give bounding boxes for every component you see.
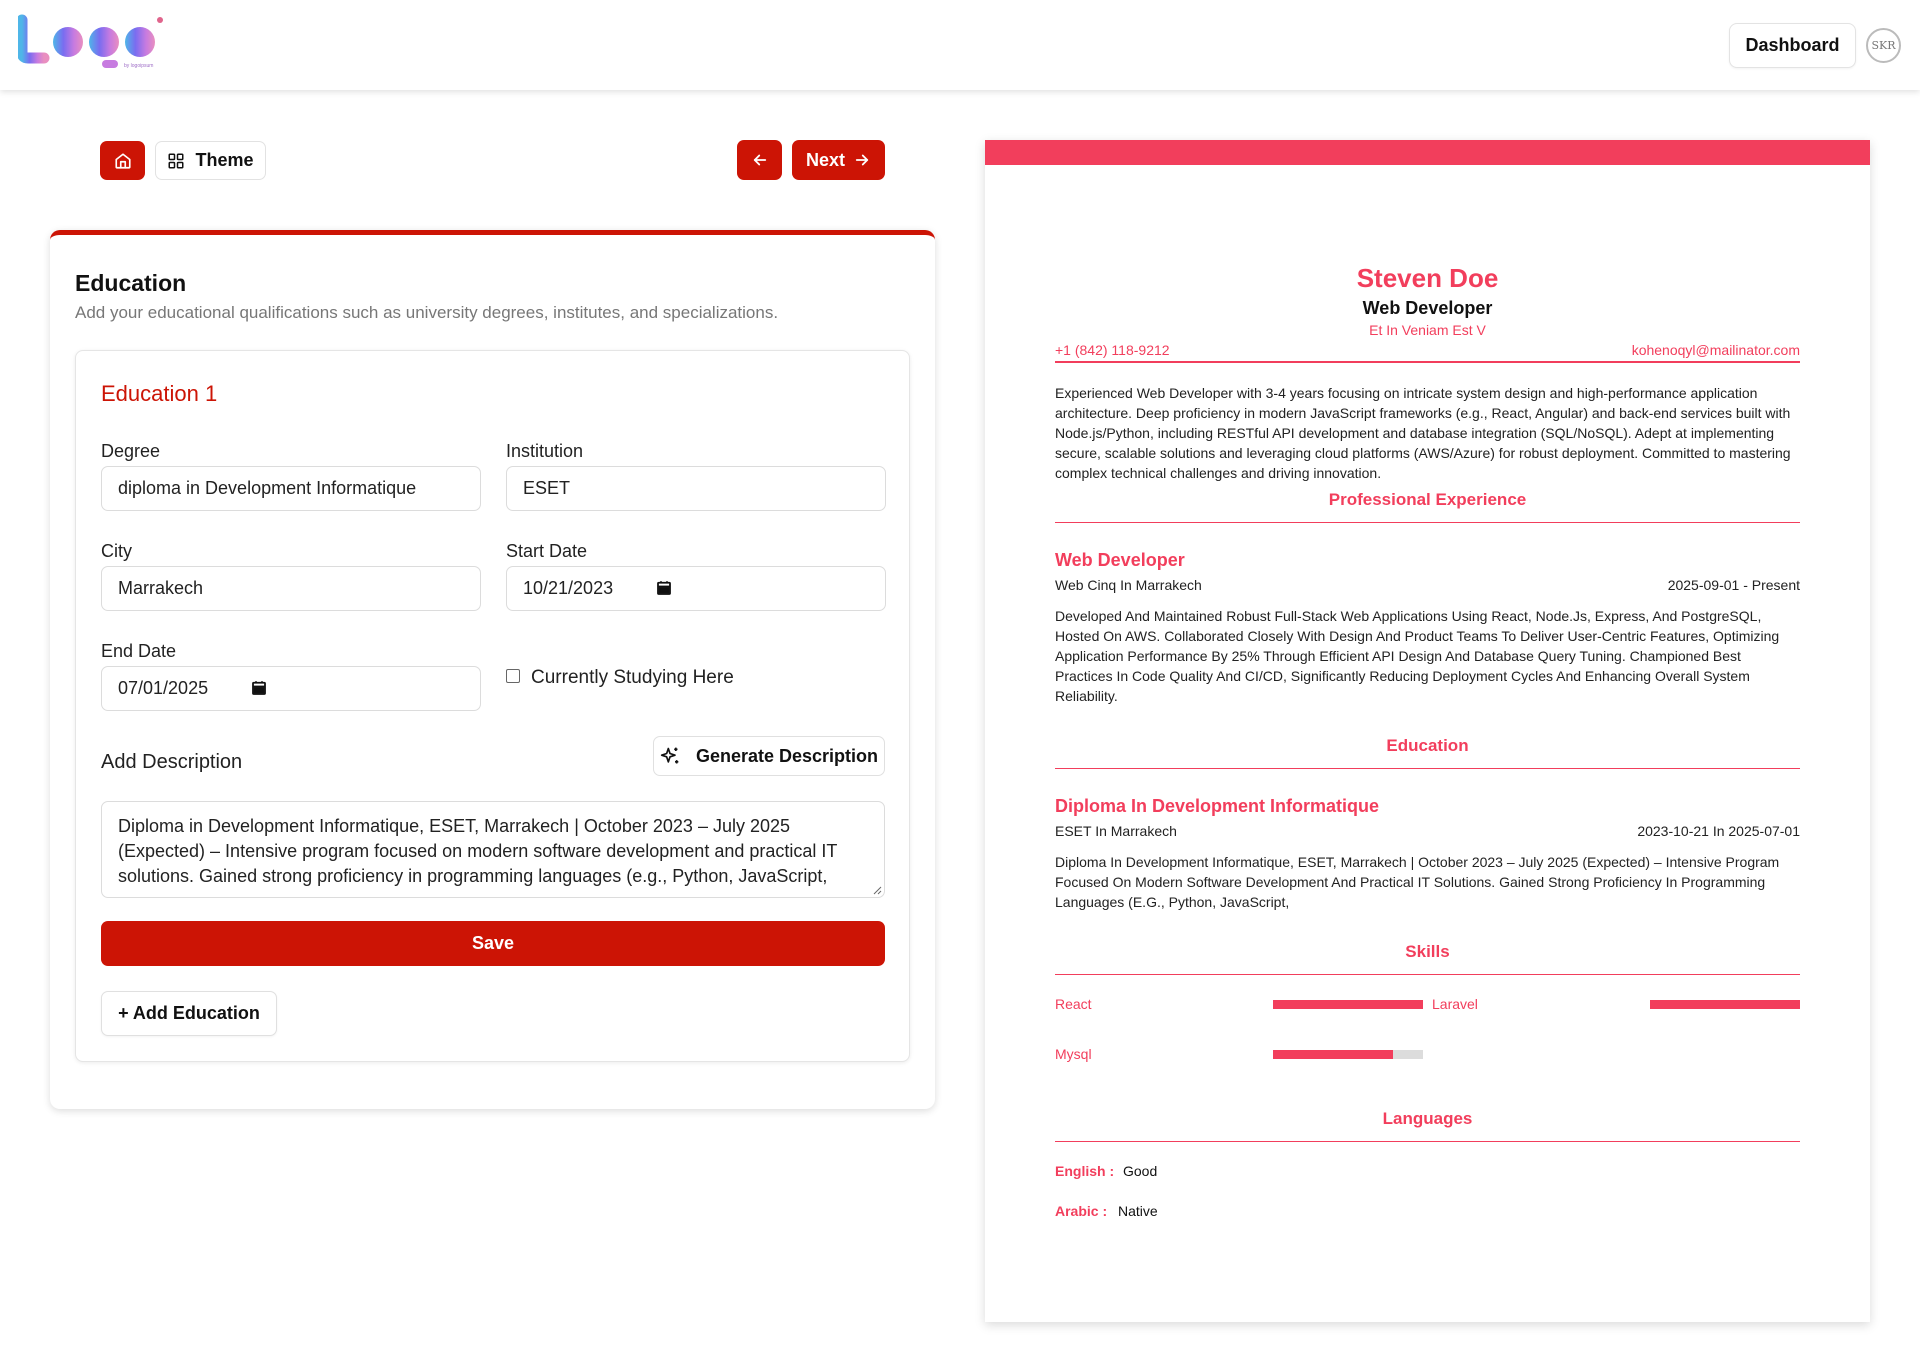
generate-description-button[interactable]: Generate Description — [653, 736, 885, 776]
start-date-value: 10/21/2023 — [523, 578, 614, 598]
skill-name: Mysql — [1055, 1046, 1092, 1062]
resume-email: kohenoqyl@mailinator.com — [1631, 342, 1800, 358]
currently-studying-checkbox[interactable] — [506, 669, 520, 683]
end-date-value: 07/01/2025 — [118, 678, 209, 698]
home-icon — [114, 152, 131, 169]
skills-heading: Skills — [1405, 942, 1450, 961]
next-button[interactable]: Next — [792, 140, 885, 180]
save-button[interactable]: Save — [101, 921, 885, 966]
languages-divider — [1055, 1141, 1800, 1142]
dashboard-button[interactable]: Dashboard — [1729, 23, 1856, 68]
add-education-button[interactable]: + Add Education — [101, 991, 277, 1036]
language-name: Arabic : — [1055, 1203, 1108, 1219]
svg-text:by logoipsum: by logoipsum — [124, 63, 153, 69]
end-date-label: End Date — [101, 641, 177, 661]
resume-preview: Steven Doe Web Developer Et In Veniam Es… — [985, 140, 1870, 1322]
skill-name: Laravel — [1432, 996, 1478, 1012]
theme-label: Theme — [195, 150, 254, 170]
sparkles-icon — [660, 747, 679, 764]
education-title: Diploma In Development Informatique — [1055, 796, 1380, 816]
end-date-input[interactable]: 07/01/2025 — [101, 666, 481, 711]
next-label: Next — [805, 149, 845, 170]
add-description-label: Add Description — [101, 751, 243, 773]
city-label: City — [101, 541, 132, 561]
section-title: Education — [75, 270, 187, 296]
experience-title: Web Developer — [1055, 550, 1185, 570]
experience-divider — [1055, 522, 1800, 523]
skill-bar — [1273, 1050, 1423, 1059]
institution-label: Institution — [506, 441, 584, 461]
brand-logo[interactable]: by logoipsum — [18, 14, 178, 72]
degree-label: Degree — [101, 441, 161, 461]
calendar-icon[interactable] — [655, 579, 673, 597]
user-avatar[interactable]: SKR — [1866, 28, 1901, 63]
skill-bar-fill — [1650, 1000, 1800, 1009]
description-text: Diploma in Development Informatique, ESE… — [118, 816, 838, 886]
start-date-input[interactable]: 10/21/2023 — [506, 566, 886, 611]
language-name: English : — [1055, 1163, 1115, 1179]
education-form-card: Education Add your educational qualifica… — [50, 230, 935, 1109]
resize-handle-icon[interactable] — [872, 885, 882, 895]
education-description: Diploma In Development Informatique, ESE… — [1055, 854, 1780, 910]
generate-description-label: Generate Description — [695, 745, 879, 766]
home-button[interactable] — [100, 141, 145, 180]
skill-bar-fill — [1273, 1050, 1393, 1059]
education-divider — [1055, 768, 1800, 769]
education-heading: Education — [1386, 736, 1469, 755]
header-divider — [1055, 361, 1800, 363]
grid-icon — [168, 153, 184, 168]
experience-dates: 2025-09-01 - Present — [1667, 577, 1800, 593]
resume-name: Steven Doe — [1356, 263, 1499, 293]
education-institution: ESET In Marrakech — [1055, 823, 1177, 839]
arrow-left-icon — [753, 154, 766, 166]
skills-divider — [1055, 974, 1800, 975]
education-entry: Education 1 Degree diploma in Developmen… — [75, 350, 910, 1062]
skill-bar-fill — [1273, 1000, 1423, 1009]
experience-heading: Professional Experience — [1328, 490, 1527, 509]
skill-bar — [1273, 1000, 1423, 1009]
skill-bar — [1650, 1000, 1800, 1009]
degree-input[interactable]: diploma in Development Informatique — [101, 466, 481, 511]
resume-address: Et In Veniam Est V — [1369, 322, 1486, 338]
arrow-right-icon — [855, 154, 869, 166]
experience-description: Developed And Maintained Robust Full-Sta… — [1055, 608, 1780, 704]
currently-studying-label[interactable]: Currently Studying Here — [531, 667, 734, 689]
education-dates: 2023-10-21 In 2025-07-01 — [1637, 823, 1800, 839]
section-subtitle: Add your educational qualifications such… — [75, 303, 779, 322]
institution-input[interactable]: ESET — [506, 466, 886, 511]
previous-button[interactable] — [737, 140, 782, 180]
skill-name: React — [1055, 996, 1092, 1012]
language-level: Native — [1118, 1203, 1158, 1219]
top-navbar: by logoipsum Dashboard SKR — [0, 0, 1920, 90]
city-input[interactable]: Marrakech — [101, 566, 481, 611]
education-entry-title: Education 1 — [101, 381, 218, 406]
calendar-icon[interactable] — [250, 679, 268, 697]
resume-job-title: Web Developer — [1362, 298, 1493, 318]
language-level: Good — [1123, 1163, 1158, 1179]
start-date-label: Start Date — [506, 541, 588, 561]
description-textarea[interactable]: Diploma in Development Informatique, ESE… — [101, 801, 885, 898]
resume-summary: Experienced Web Developer with 3-4 years… — [1055, 385, 1791, 481]
resume-phone: +1 (842) 118-9212 — [1055, 342, 1170, 358]
languages-heading: Languages — [1382, 1109, 1473, 1128]
experience-company: Web Cinq In Marrakech — [1055, 577, 1202, 593]
theme-button[interactable]: Theme — [155, 141, 266, 180]
